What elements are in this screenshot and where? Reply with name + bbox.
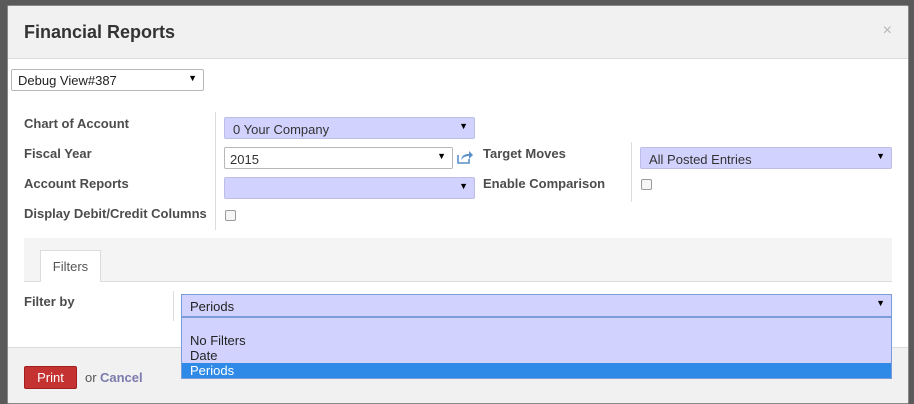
financial-reports-dialog: Financial Reports × Debug View#387 ▼ Cha… [7,5,909,404]
display-debit-credit-label: Display Debit/Credit Columns [24,206,207,221]
debug-view-select[interactable]: Debug View#387 ▼ [11,69,204,91]
filter-options-list: No Filters Date Periods [181,317,892,379]
caret-down-icon: ▼ [437,151,446,161]
caret-down-icon: ▼ [876,151,885,161]
notebook-tabs: Filters [24,238,892,282]
dialog-header: Financial Reports × [8,6,908,59]
column-divider [631,142,632,202]
target-moves-label: Target Moves [483,146,566,161]
chart-of-account-label: Chart of Account [24,116,129,131]
external-link-icon[interactable] [456,150,473,164]
tab-filters[interactable]: Filters [40,250,101,282]
filter-by-label: Filter by [24,294,75,309]
filter-option-no-filters[interactable]: No Filters [182,333,891,348]
column-divider [215,112,216,230]
caret-down-icon: ▼ [459,121,468,131]
dialog-title: Financial Reports [24,22,176,42]
account-reports-label: Account Reports [24,176,129,191]
column-divider [173,291,174,321]
caret-down-icon: ▼ [459,181,468,191]
filter-by-value: Periods [190,299,235,314]
enable-comparison-checkbox[interactable] [641,179,652,190]
debug-view-value: Debug View#387 [18,73,117,88]
account-reports-select[interactable]: ▼ [224,177,475,199]
target-moves-select[interactable]: All Posted Entries ▼ [640,147,892,169]
display-debit-credit-checkbox[interactable] [225,210,236,221]
chart-of-account-select[interactable]: 0 Your Company ▼ [224,117,475,139]
filter-option-date[interactable]: Date [182,348,891,363]
target-moves-value: All Posted Entries [649,152,752,167]
print-button[interactable]: Print [24,366,77,389]
fiscal-year-value: 2015 [230,152,259,167]
caret-down-icon: ▼ [876,298,885,308]
fiscal-year-select[interactable]: 2015 ▼ [224,147,453,169]
filter-by-select[interactable]: Periods ▼ [181,294,892,317]
cancel-link[interactable]: Cancel [100,370,143,385]
fiscal-year-label: Fiscal Year [24,146,92,161]
enable-comparison-label: Enable Comparison [483,176,606,191]
chart-of-account-value: 0 Your Company [233,122,330,137]
or-text: or [85,370,97,385]
filter-option-periods[interactable]: Periods [182,363,891,378]
close-icon[interactable]: × [883,22,892,40]
caret-down-icon: ▼ [188,73,197,83]
